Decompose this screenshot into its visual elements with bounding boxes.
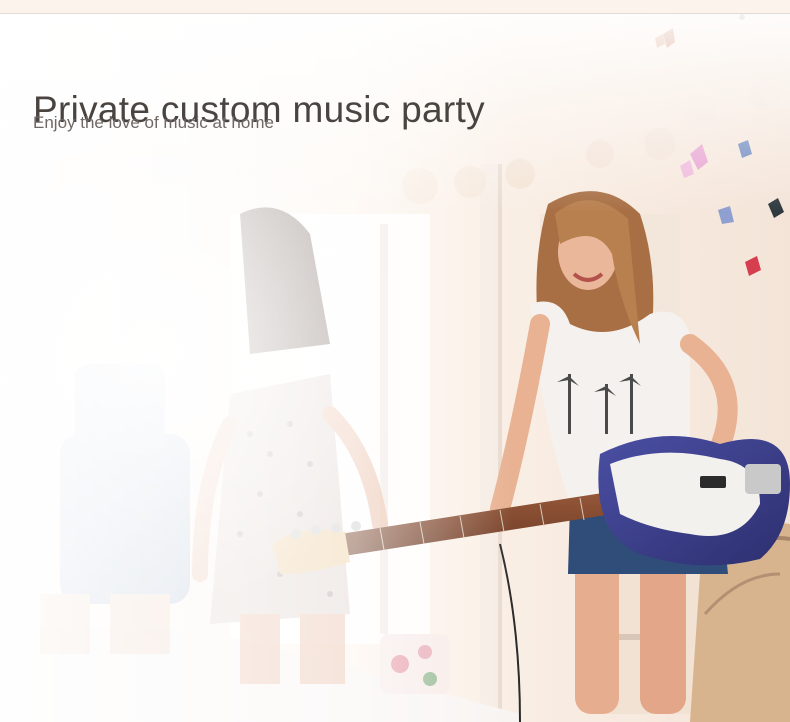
banner-subtitle: Enjoy the love of music at home bbox=[33, 113, 274, 132]
